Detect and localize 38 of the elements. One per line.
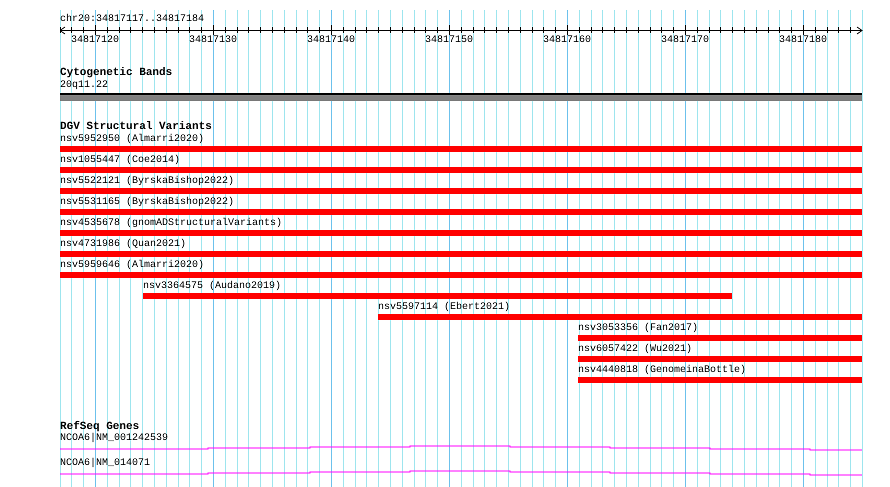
- variant-bar[interactable]: [578, 356, 862, 362]
- variant-label: nsv5531165 (ByrskaBishop2022): [60, 197, 234, 209]
- variant-label: nsv3364575 (Audano2019): [143, 281, 282, 293]
- track-title: RefSeq Genes: [60, 421, 140, 433]
- track-title: Cytogenetic Bands: [60, 67, 172, 79]
- ruler-tick-label: 34817130: [188, 35, 238, 47]
- location-label: chr20:34817117..34817184: [60, 14, 204, 26]
- ruler-tick-label: 34817160: [542, 35, 592, 47]
- transcript-label: NCOA6|NM_001242539: [60, 433, 168, 445]
- ruler-tick-label: 34817180: [778, 35, 828, 47]
- variant-label: nsv5959646 (Almarri2020): [60, 260, 204, 272]
- variant-bar[interactable]: [578, 335, 862, 341]
- variant-bar[interactable]: [578, 377, 862, 383]
- variant-bar[interactable]: [60, 230, 862, 236]
- variant-bar[interactable]: [60, 167, 862, 173]
- variant-bar[interactable]: [143, 293, 732, 299]
- band-label: 20q11.22: [60, 80, 108, 92]
- ruler-tick-label: 34817140: [306, 35, 356, 47]
- variant-bar[interactable]: [60, 272, 862, 278]
- variant-label: nsv1055447 (Coe2014): [60, 155, 180, 167]
- variant-bar[interactable]: [60, 209, 862, 215]
- variant-label: nsv4731986 (Quan2021): [60, 239, 186, 251]
- variant-label: nsv4535678 (gnomADStructuralVariants): [60, 218, 282, 230]
- ruler-tick-label: 34817170: [660, 35, 710, 47]
- variant-bar[interactable]: [60, 251, 862, 257]
- variant-label: nsv5597114 (Ebert2021): [378, 302, 510, 314]
- variant-bar[interactable]: [60, 146, 862, 152]
- variant-label: nsv6057422 (Wu2021): [578, 344, 692, 356]
- transcript-label: NCOA6|NM_014071: [60, 458, 150, 470]
- variant-label: nsv4440818 (GenomeinaBottle): [578, 365, 746, 377]
- variant-bar[interactable]: [60, 188, 862, 194]
- variant-label: nsv3053356 (Fan2017): [578, 323, 698, 335]
- variant-label: nsv5522121 (ByrskaBishop2022): [60, 176, 234, 188]
- ruler-tick-label: 34817120: [70, 35, 120, 47]
- ruler-tick-label: 34817150: [424, 35, 474, 47]
- variant-label: nsv5952950 (Almarri2020): [60, 134, 204, 146]
- track-title: DGV Structural Variants: [60, 121, 212, 133]
- variant-bar[interactable]: [378, 314, 862, 320]
